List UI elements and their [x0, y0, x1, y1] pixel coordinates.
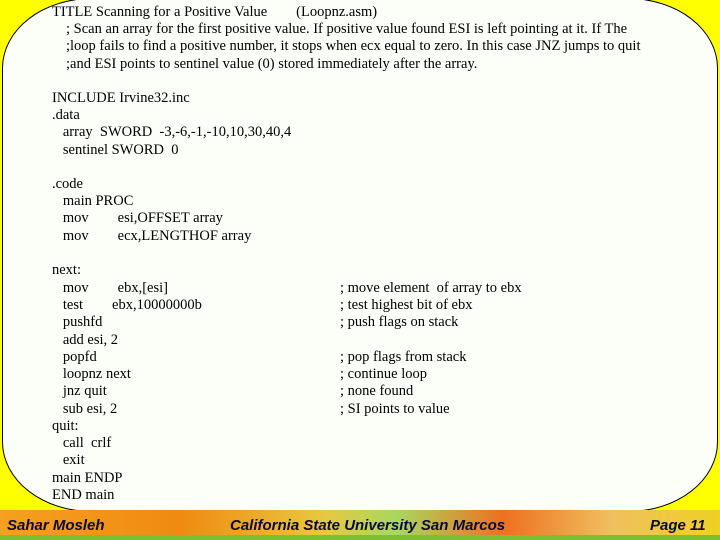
footer-author: Sahar Mosleh [7, 517, 105, 534]
code-line: main PROC [52, 193, 134, 209]
code-line: pushfd [52, 314, 103, 330]
code-line: test ebx,10000000b [52, 297, 202, 313]
code-line: END main [52, 487, 115, 503]
title-line: TITLE Scanning for a Positive Value (Loo… [52, 4, 378, 20]
code-line: jnz quit [52, 383, 107, 399]
code-line: add esi, 2 [52, 332, 119, 348]
code-comment: ; continue loop [340, 366, 427, 382]
footer-bar [0, 535, 720, 540]
code-line: mov esi,OFFSET array [52, 210, 223, 226]
code-line: .code [52, 176, 83, 192]
code-comment: ; SI points to value [340, 401, 450, 417]
header-comment-line: ;and ESI points to sentinel value (0) st… [66, 55, 478, 72]
code-line: mov ebx,[esi] [52, 280, 168, 296]
code-line: .data [52, 107, 80, 123]
code-line: main ENDP [52, 470, 123, 486]
code-line: call crlf [52, 435, 112, 451]
code-comment: ; push flags on stack [340, 314, 459, 330]
code-line: array SWORD -3,-6,-1,-10,10,30,40,4 [52, 124, 292, 140]
code-line: popfd [52, 349, 97, 365]
code-line: mov ecx,LENGTHOF array [52, 228, 252, 244]
code-line: sentinel SWORD 0 [52, 142, 179, 158]
code-line: INCLUDE Irvine32.inc [52, 90, 190, 106]
footer-page-number: Page 11 [650, 517, 706, 534]
code-line: loopnz next [52, 366, 131, 382]
code-line: sub esi, 2 [52, 401, 118, 417]
code-comment: ; pop flags from stack [340, 349, 467, 365]
code-comment: ; none found [340, 383, 414, 399]
slide: TITLE Scanning for a Positive Value (Loo… [0, 0, 720, 540]
footer: Sahar Mosleh California State University… [0, 510, 720, 540]
code-line: next: [52, 262, 81, 278]
footer-institution: California State University San Marcos [230, 517, 506, 534]
code-line: exit [52, 452, 85, 468]
code-comment: ; test highest bit of ebx [340, 297, 473, 313]
code-line: quit: [52, 418, 79, 434]
header-comment-line: ;loop fails to find a positive number, i… [66, 38, 641, 55]
code-comment: ; move element of array to ebx [340, 280, 522, 296]
header-comment-line: ; Scan an array for the first positive v… [66, 21, 628, 38]
